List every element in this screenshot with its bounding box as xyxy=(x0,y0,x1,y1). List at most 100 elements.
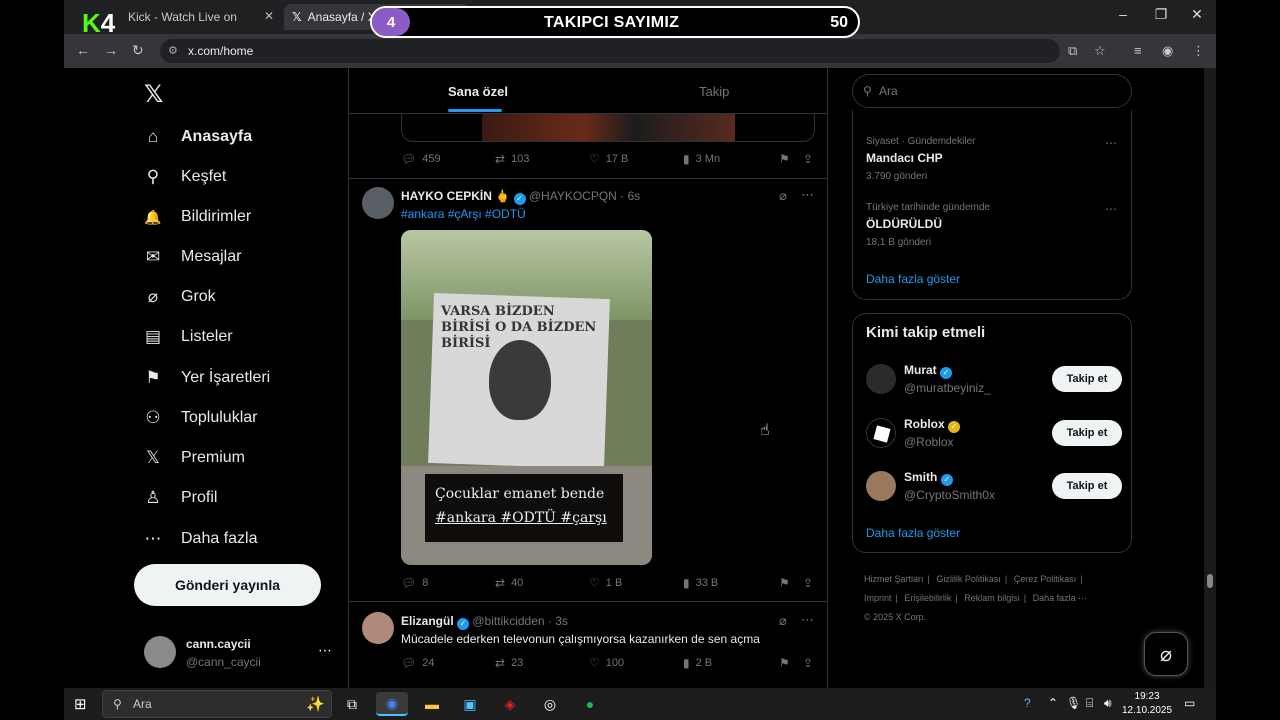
author-name[interactable]: Elizangül xyxy=(401,614,454,628)
repost-button[interactable]: ⇄ 23 xyxy=(495,656,523,670)
follow-button[interactable]: Takip et xyxy=(1052,473,1122,499)
more-dots-icon[interactable]: ⋯ xyxy=(1105,202,1117,216)
task-view-icon[interactable]: ⧉ xyxy=(336,692,368,716)
spotify-icon[interactable]: ● xyxy=(574,692,606,716)
minimize-button[interactable]: – xyxy=(1108,6,1138,22)
close-window-button[interactable]: ✕ xyxy=(1182,6,1212,23)
sidebar-item-home[interactable]: ⌂ Anasayfa xyxy=(142,122,252,152)
more-dots-icon[interactable]: ⋯ xyxy=(1105,136,1117,150)
store-icon[interactable]: ▣ xyxy=(454,692,486,716)
repost-button[interactable]: ⇄ 103 xyxy=(495,152,529,166)
footer-link[interactable]: Reklam bilgisi xyxy=(964,593,1020,603)
share-button[interactable]: ⇪ xyxy=(803,656,819,670)
file-explorer-icon[interactable]: ▬ xyxy=(416,692,448,716)
bookmark-button[interactable]: ⚑ xyxy=(779,576,796,590)
views-button[interactable]: ▮ 2 B xyxy=(683,656,712,670)
author-handle[interactable]: @HAYKOCPQN · 6s xyxy=(529,189,640,203)
reply-button[interactable]: 💬︎ 8 xyxy=(401,576,428,590)
follow-button[interactable]: Takip et xyxy=(1052,420,1122,446)
sidebar-item-messages[interactable]: ✉ Mesajlar xyxy=(142,242,242,272)
more-dots-icon[interactable]: ⋯ xyxy=(801,612,814,628)
show-more-link[interactable]: Daha fazla göster xyxy=(866,526,960,540)
taskbar-search[interactable]: ⚲ Ara ✨ xyxy=(102,690,332,718)
follow-suggestion[interactable]: Murat ✓ @muratbeyiniz_ Takip et xyxy=(866,362,1122,398)
scroll-thumb[interactable] xyxy=(1207,574,1213,588)
follow-suggestion[interactable]: Roblox ✓ @Roblox Takip et xyxy=(866,416,1122,452)
post-media[interactable]: VARSA BİZDEN BİRİSİ O DA BİZDEN BİRİSİ Ç… xyxy=(401,230,652,565)
tab-for-you[interactable]: Sana özel xyxy=(448,84,508,99)
install-app-icon[interactable]: ⧉ xyxy=(1068,43,1077,59)
footer-link[interactable]: Imprint xyxy=(864,593,892,603)
x-logo-icon[interactable]: 𝕏 xyxy=(144,80,163,109)
bookmark-button[interactable]: ⚑ xyxy=(779,152,796,166)
app-red-icon[interactable]: ◈ xyxy=(494,692,526,716)
sidebar-item-explore[interactable]: ⚲ Keşfet xyxy=(142,162,227,192)
share-button[interactable]: ⇪ xyxy=(803,576,819,590)
footer-link[interactable]: Gizlilik Politikası xyxy=(936,574,1001,584)
profile-icon[interactable]: ◉ xyxy=(1162,43,1173,59)
menu-dots-icon[interactable]: ⋮ xyxy=(1192,43,1205,59)
share-button[interactable]: ⇪ xyxy=(803,152,819,166)
sidebar-item-lists[interactable]: ▤ Listeler xyxy=(142,322,233,352)
reply-button[interactable]: 💬︎ 24 xyxy=(401,656,434,670)
follow-suggestion[interactable]: Smith ✓ @CryptoSmith0x Takip et xyxy=(866,469,1122,505)
views-button[interactable]: ▮ 3 Mn xyxy=(683,152,720,166)
repost-button[interactable]: ⇄ 40 xyxy=(495,576,523,590)
scrollbar[interactable] xyxy=(1204,68,1216,688)
site-info-icon[interactable]: ⚙ xyxy=(168,44,178,57)
like-button[interactable]: ♡ 17 B xyxy=(589,152,628,166)
windows-start-icon[interactable]: ⊞ xyxy=(74,695,87,713)
more-dots-icon[interactable]: ⋯ xyxy=(318,642,332,659)
address-bar[interactable]: ⚙ x.com/home xyxy=(160,39,1060,63)
more-dots-icon[interactable]: ⋯ xyxy=(801,187,814,203)
sidebar-item-more[interactable]: ⋯ Daha fazla xyxy=(142,524,258,554)
sidebar-item-premium[interactable]: 𝕏 Premium xyxy=(142,443,245,473)
bookmark-star-icon[interactable]: ☆ xyxy=(1094,43,1106,59)
author-handle[interactable]: @bittikcidden · 3s xyxy=(472,614,568,628)
footer-link[interactable]: Erişilebilirlik xyxy=(904,593,951,603)
post-text[interactable]: #ankara #çArşı #ODTÜ xyxy=(401,207,526,221)
maximize-button[interactable]: ❐ xyxy=(1146,6,1176,23)
trend-item[interactable]: Türkiye tarihinde gündemde ÖLDÜRÜLDÜ 18,… xyxy=(866,202,1126,248)
sidebar-item-bookmarks[interactable]: ⚑ Yer İşaretleri xyxy=(142,363,270,393)
post-media[interactable] xyxy=(401,114,815,142)
show-more-link[interactable]: Daha fazla göster xyxy=(866,272,960,286)
like-button[interactable]: ♡ 1 B xyxy=(589,576,622,590)
account-switcher[interactable]: cann.caycii @cann_caycii ⋯ xyxy=(144,634,344,674)
close-icon[interactable]: ✕ xyxy=(264,9,274,23)
author-name[interactable]: HAYKO CEPKİN 🖕 xyxy=(401,189,510,203)
chevron-up-icon[interactable]: ⌃ xyxy=(1048,696,1058,710)
avatar[interactable] xyxy=(362,187,394,219)
post-text[interactable]: Mücadele ederken televonun çalışmıyorsa … xyxy=(401,632,760,646)
grok-icon[interactable]: ⌀ xyxy=(779,188,787,204)
notifications-icon[interactable]: ▭ xyxy=(1184,696,1195,710)
avatar[interactable] xyxy=(362,612,394,644)
media-control-icon[interactable]: ≡ xyxy=(1134,43,1142,58)
reply-button[interactable]: 💬︎ 459 xyxy=(401,152,441,166)
sidebar-item-grok[interactable]: ⌀ Grok xyxy=(142,282,216,312)
footer-link[interactable]: Daha fazla ··· xyxy=(1033,593,1088,603)
obs-icon[interactable]: ◎ xyxy=(534,692,566,716)
back-arrow-icon[interactable]: ← xyxy=(76,42,90,58)
chrome-icon[interactable]: ◉ xyxy=(376,692,408,716)
sidebar-item-notifications[interactable]: 🔔 Bildirimler xyxy=(142,202,251,232)
grok-icon[interactable]: ⌀ xyxy=(779,613,787,629)
sidebar-item-profile[interactable]: ♙ Profil xyxy=(142,483,217,513)
reload-icon[interactable]: ↻ xyxy=(132,42,144,59)
tab-following[interactable]: Takip xyxy=(699,84,729,99)
follow-button[interactable]: Takip et xyxy=(1052,366,1122,392)
microphone-icon[interactable]: 🎙︎ xyxy=(1066,696,1081,710)
sidebar-item-communities[interactable]: ⚇ Topluluklar xyxy=(142,403,257,433)
help-icon[interactable]: ? xyxy=(1024,696,1031,710)
bookmark-button[interactable]: ⚑ xyxy=(779,656,796,670)
trend-item[interactable]: Siyaset · Gündemdekiler Mandacı CHP 3.79… xyxy=(866,136,1126,182)
post-button[interactable]: Gönderi yayınla xyxy=(134,564,321,606)
views-button[interactable]: ▮ 33 B xyxy=(683,576,718,590)
like-button[interactable]: ♡ 100 xyxy=(589,656,624,670)
grok-chat-button[interactable]: ⌀ xyxy=(1144,632,1188,676)
footer-link[interactable]: Çerez Politikası xyxy=(1014,574,1077,584)
network-icon[interactable]: ⌸ xyxy=(1086,696,1093,711)
forward-arrow-icon[interactable]: → xyxy=(104,42,118,58)
volume-icon[interactable]: 🔊︎ xyxy=(1104,696,1112,711)
clock[interactable]: 19:23 12.10.2025 xyxy=(1122,690,1172,718)
